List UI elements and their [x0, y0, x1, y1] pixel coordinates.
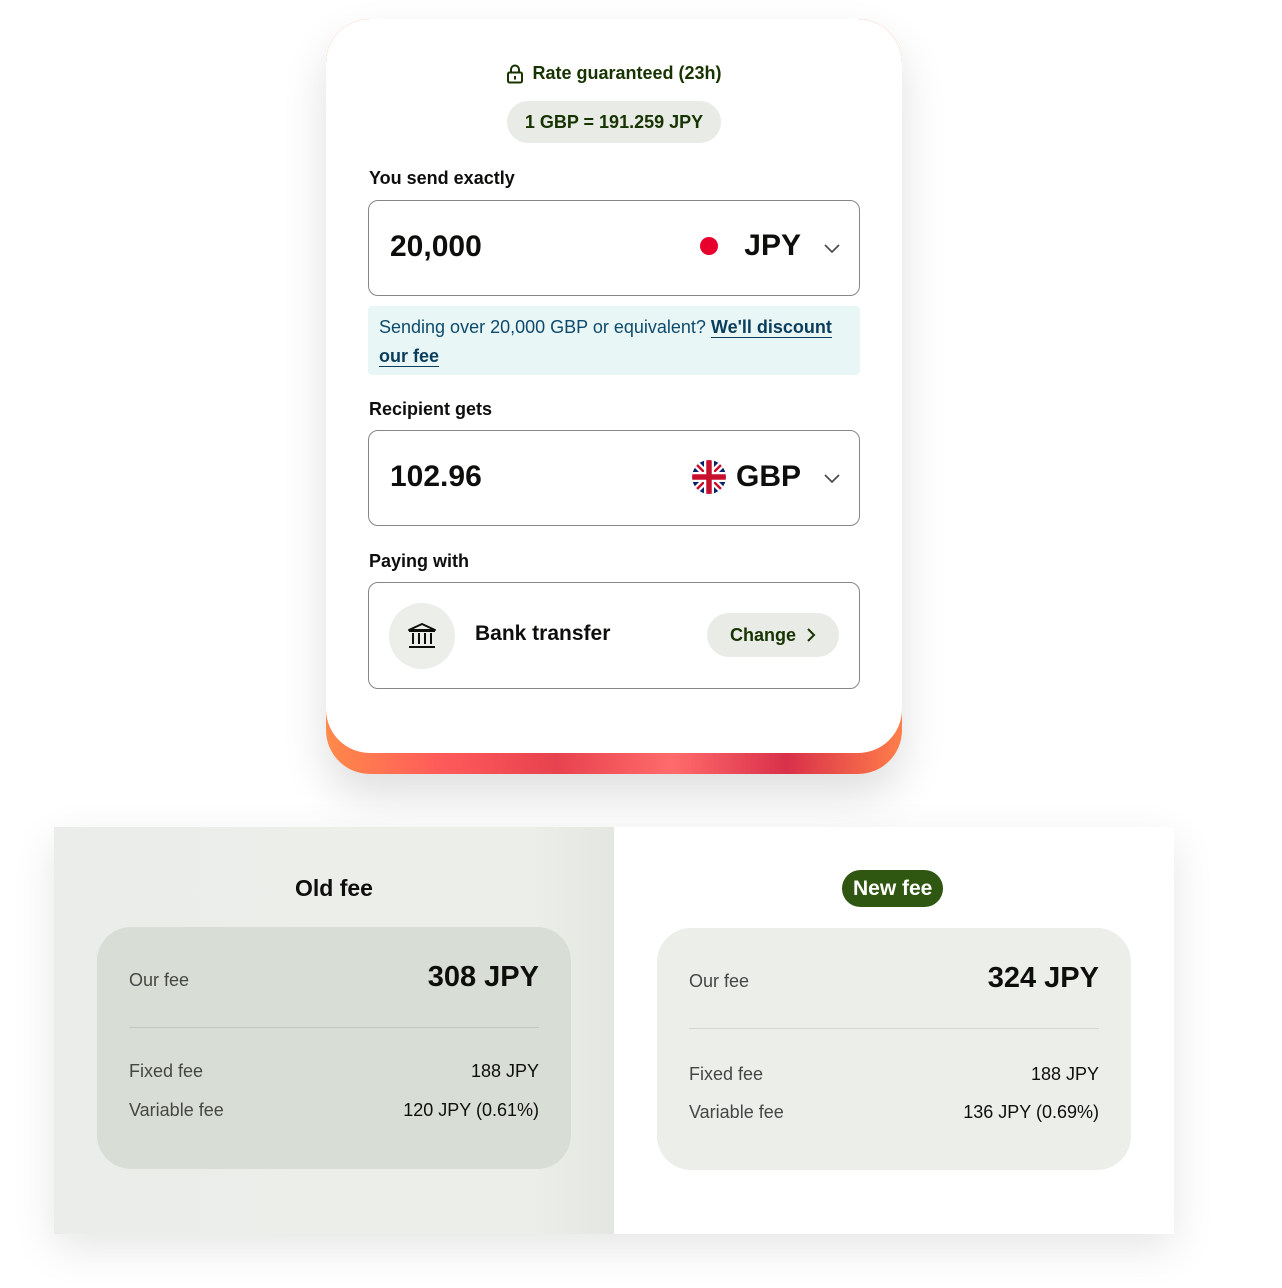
fixed-fee-label: Fixed fee	[689, 1064, 764, 1084]
fixed-fee-value: 188 JPY	[1030, 1064, 1099, 1084]
variable-fee-value: 136 JPY (0.69%)	[963, 1102, 1099, 1122]
new-fee-panel: New fee Our fee 324 JPY Fixed fee 188 JP…	[614, 827, 1174, 1234]
new-variable-fee-row: Variable fee 136 JPY (0.69%)	[689, 1102, 1099, 1123]
receive-amount-input[interactable]: 102.96	[390, 460, 482, 494]
new-fixed-fee-row: Fixed fee 188 JPY	[689, 1064, 1099, 1085]
old-variable-fee-row: Variable fee 120 JPY (0.61%)	[129, 1100, 539, 1121]
send-currency-code: JPY	[744, 229, 801, 262]
send-amount-field[interactable]: 20,000 JPY	[368, 200, 860, 296]
send-label: You send exactly	[369, 168, 515, 188]
old-fee-panel: Old fee Our fee 308 JPY Fixed fee 188 JP…	[54, 827, 614, 1234]
large-transfer-notice: Sending over 20,000 GBP or equivalent? W…	[368, 306, 860, 375]
new-fee-card: Our fee 324 JPY Fixed fee 188 JPY Variab…	[657, 928, 1131, 1170]
new-our-fee-row: Our fee 324 JPY	[689, 962, 1099, 995]
calculator-card-wrapper: Rate guaranteed (23h) 1 GBP = 191.259 JP…	[326, 19, 902, 774]
calculator-card: Rate guaranteed (23h) 1 GBP = 191.259 JP…	[326, 19, 902, 753]
payment-method-label: Bank transfer	[475, 622, 611, 645]
variable-fee-label: Variable fee	[689, 1102, 784, 1122]
chevron-down-icon[interactable]	[823, 469, 841, 487]
fee-divider	[129, 1027, 539, 1028]
fee-divider	[689, 1028, 1099, 1029]
old-fee-title: Old fee	[295, 875, 373, 901]
japan-flag-icon	[700, 237, 719, 255]
receive-currency-selector[interactable]: GBP	[691, 460, 801, 494]
bank-icon	[408, 623, 436, 648]
fee-comparison: Old fee Our fee 308 JPY Fixed fee 188 JP…	[54, 827, 1174, 1234]
new-fee-badge: New fee	[842, 870, 944, 907]
receive-currency-code: GBP	[735, 460, 801, 493]
paying-with-label: Paying with	[369, 551, 470, 571]
rate-guarantee: Rate guaranteed (23h)	[326, 63, 902, 84]
rate-guarantee-text: Rate guaranteed (23h)	[532, 63, 722, 83]
our-fee-label: Our fee	[129, 970, 190, 990]
chevron-down-icon[interactable]	[823, 239, 841, 257]
send-currency-selector[interactable]: JPY	[700, 229, 801, 263]
fixed-fee-label: Fixed fee	[129, 1061, 204, 1081]
payment-method-field[interactable]: Bank transfer Change	[368, 582, 860, 689]
send-amount-input[interactable]: 20,000	[390, 230, 482, 264]
our-fee-value: 324 JPY	[987, 962, 1099, 994]
uk-flag-icon	[691, 460, 726, 494]
old-fixed-fee-row: Fixed fee 188 JPY	[129, 1061, 539, 1082]
notice-text: Sending over 20,000 GBP or equivalent?	[379, 317, 711, 337]
chevron-right-icon	[807, 628, 816, 642]
receive-amount-field[interactable]: 102.96 GBP	[368, 430, 860, 526]
bank-icon-container	[389, 603, 455, 669]
old-fee-card: Our fee 308 JPY Fixed fee 188 JPY Variab…	[97, 927, 571, 1169]
fixed-fee-value: 188 JPY	[470, 1061, 539, 1081]
our-fee-label: Our fee	[689, 971, 750, 991]
exchange-rate-pill[interactable]: 1 GBP = 191.259 JPY	[507, 101, 721, 143]
our-fee-value: 308 JPY	[427, 961, 539, 993]
lock-icon	[507, 64, 524, 83]
change-button-label: Change	[729, 624, 796, 645]
old-our-fee-row: Our fee 308 JPY	[129, 961, 539, 994]
variable-fee-value: 120 JPY (0.61%)	[403, 1100, 539, 1120]
change-payment-button[interactable]: Change	[707, 613, 839, 657]
variable-fee-label: Variable fee	[129, 1100, 224, 1120]
receive-label: Recipient gets	[369, 399, 493, 419]
